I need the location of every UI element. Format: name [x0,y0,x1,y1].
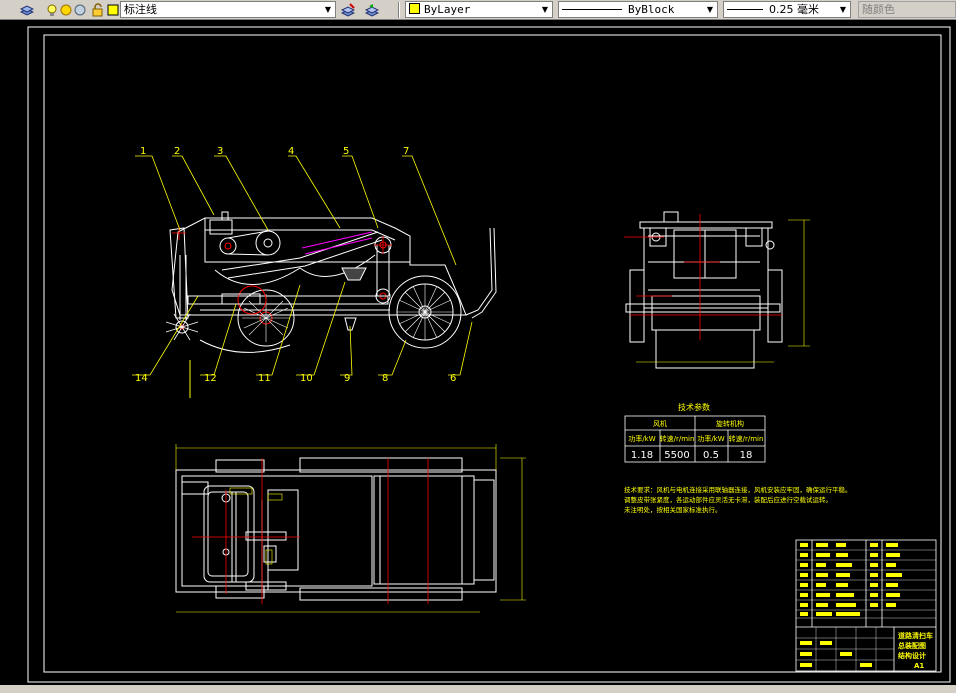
color-dropdown[interactable]: ByLayer ▼ [405,1,553,18]
linetype-value: ByBlock [628,3,675,16]
title-name-line-2: 总装配图 [898,641,926,650]
tech-note-line-1: 技术要求：风机与电机连接采用联轴器连接，风机安装应牢固，确保运行平稳。 [624,485,852,494]
title-block: 道路清扫车 总装配图 结构设计 A1 [795,539,937,672]
front-view [624,211,810,369]
fan-power-value: 1.18 [631,450,653,461]
balloon-4: 4 [288,146,294,157]
balloon-2: 2 [174,146,180,157]
table-subheader-3: 功率/kW [697,434,724,443]
balloon-7: 7 [403,146,409,157]
properties-toolbar: 标注线 ▼ ByLayer ▼ ByBlock ▼ 0.25 毫米 ▼ 随颜色 [0,0,956,20]
table-subheader-4: 转速/r/min [729,434,764,443]
lightbulb-icon[interactable] [45,2,59,16]
table-header-fan: 风机 [653,419,667,428]
color-value: ByLayer [424,3,471,16]
sun-icon[interactable] [59,2,73,16]
technical-notes: 技术要求：风机与电机连接采用联轴器连接，风机安装应牢固，确保运行平稳。 调整皮带… [624,485,852,514]
linetype-sample [562,9,622,10]
balloon-9: 9 [344,373,350,384]
freeze-icon[interactable] [73,2,87,16]
lineweight-value: 0.25 毫米 [769,3,819,16]
status-strip [0,685,956,693]
balloon-11: 11 [258,373,271,384]
balloon-3: 3 [217,146,223,157]
layer-previous-icon[interactable] [364,2,380,17]
balloon-6: 6 [450,373,456,384]
drawing-canvas[interactable]: 1 2 3 4 5 7 14 12 11 10 9 8 6 技术参数 风机 旋转… [0,20,956,685]
toolbar-separator [398,2,400,18]
drawing-svg: 1 2 3 4 5 7 14 12 11 10 9 8 6 技术参数 风机 旋转… [27,26,951,683]
table-header-rotor: 旋转机构 [716,419,744,428]
color-square-icon [106,2,120,16]
lineweight-dropdown[interactable]: 0.25 毫米 ▼ [723,1,851,18]
make-current-icon[interactable] [340,2,356,17]
chevron-down-icon[interactable]: ▼ [539,3,551,16]
rotor-speed-value: 18 [740,450,753,461]
balloon-1: 1 [140,146,146,157]
plan-view [175,444,526,613]
balloon-labels: 1 2 3 4 5 7 14 12 11 10 9 8 6 [135,146,456,384]
layer-name: 标注线 [124,3,157,16]
table-title: 技术参数 [678,402,710,412]
chevron-down-icon[interactable]: ▼ [837,3,849,16]
plotstyle-dropdown: 随颜色 [858,1,956,18]
lineweight-sample [727,9,763,10]
color-swatch [409,3,420,14]
tech-note-line-2: 调整皮带张紧度，各运动部件应灵活无卡滞，装配后应进行空载试运转。 [624,495,832,504]
balloon-5: 5 [343,146,349,157]
balloon-12: 12 [204,373,217,384]
table-subheader-2: 转速/r/min [660,434,695,443]
table-subheader-1: 功率/kW [628,434,655,443]
layer-manager-icon[interactable] [19,2,35,16]
tech-note-line-3: 未注明处，按相关国家标准执行。 [624,505,722,514]
balloon-10: 10 [300,373,313,384]
title-name-line-1: 道路清扫车 [898,631,933,640]
balloon-8: 8 [382,373,388,384]
sheet-size: A1 [914,662,924,670]
tech-param-table: 技术参数 风机 旋转机构 功率/kW 转速/r/min 功率/kW 转速/r/m… [624,402,766,463]
balloon-14: 14 [135,373,148,384]
chevron-down-icon[interactable]: ▼ [322,3,334,16]
rotor-power-value: 0.5 [703,450,719,461]
lock-icon[interactable] [91,2,105,17]
linetype-dropdown[interactable]: ByBlock ▼ [558,1,718,18]
chevron-down-icon[interactable]: ▼ [704,3,716,16]
plotstyle-value: 随颜色 [862,3,895,16]
title-name-line-3: 结构设计 [897,651,926,660]
layer-dropdown[interactable]: 标注线 ▼ [120,1,336,18]
fan-speed-value: 5500 [664,450,689,461]
